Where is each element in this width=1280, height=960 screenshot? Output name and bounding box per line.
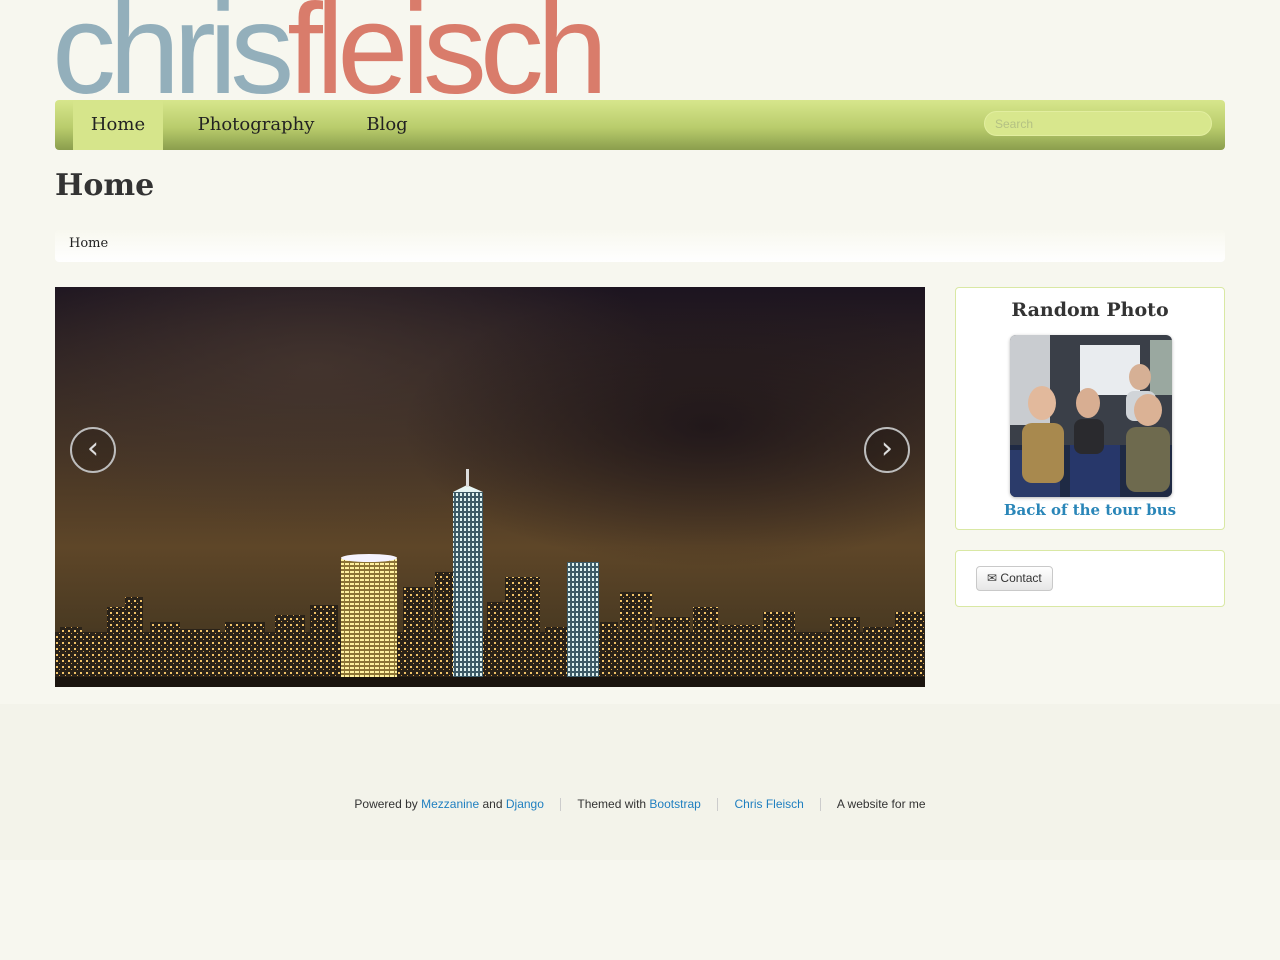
random-photo-thumbnail[interactable]	[1010, 335, 1172, 497]
footer-divider	[820, 798, 822, 812]
nav-blog[interactable]: Blog	[355, 100, 419, 150]
random-photo-caption-link[interactable]: Back of the tour bus	[956, 501, 1224, 519]
breadcrumb: Home	[55, 230, 1225, 262]
footer-divider	[560, 798, 562, 812]
breadcrumb-item-home[interactable]: Home	[69, 236, 108, 251]
tour-bus-photo	[1010, 335, 1172, 497]
contact-panel: ✉ Contact	[955, 550, 1225, 607]
footer-themed-with-text: Themed with	[577, 797, 647, 811]
footer-author-link[interactable]: Chris Fleisch	[734, 797, 803, 811]
footer: Powered by Mezzanine and Django Themed w…	[0, 704, 1280, 860]
page-title: Home	[55, 168, 155, 203]
footer-powered-by-text: Powered by	[354, 797, 418, 811]
contact-button-label: Contact	[1000, 571, 1042, 585]
search-input[interactable]	[984, 111, 1212, 136]
carousel-next-button[interactable]: ›	[864, 427, 910, 473]
footer-and-text: and	[482, 797, 503, 811]
envelope-icon: ✉	[987, 571, 998, 585]
footer-mezzanine-link[interactable]: Mezzanine	[421, 797, 479, 811]
nav-photography[interactable]: Photography	[185, 100, 327, 150]
footer-bootstrap-link[interactable]: Bootstrap	[649, 797, 700, 811]
carousel-prev-button[interactable]: ‹	[70, 427, 116, 473]
footer-credits: Powered by Mezzanine and Django Themed w…	[0, 797, 1280, 812]
site-logo[interactable]: chrisfleisch	[52, 0, 608, 114]
main-navbar: Home Photography Blog	[55, 100, 1225, 150]
random-photo-panel: Random Photo Back of the tour bus	[955, 287, 1225, 530]
nav-home[interactable]: Home	[73, 100, 163, 150]
footer-divider	[717, 798, 719, 812]
contact-button[interactable]: ✉ Contact	[976, 566, 1053, 591]
image-carousel: ‹ ›	[55, 287, 925, 687]
random-photo-title: Random Photo	[1011, 299, 1169, 321]
footer-tagline: A website for me	[836, 797, 926, 811]
city-skyline-night-image	[55, 287, 925, 687]
footer-django-link[interactable]: Django	[506, 797, 544, 811]
